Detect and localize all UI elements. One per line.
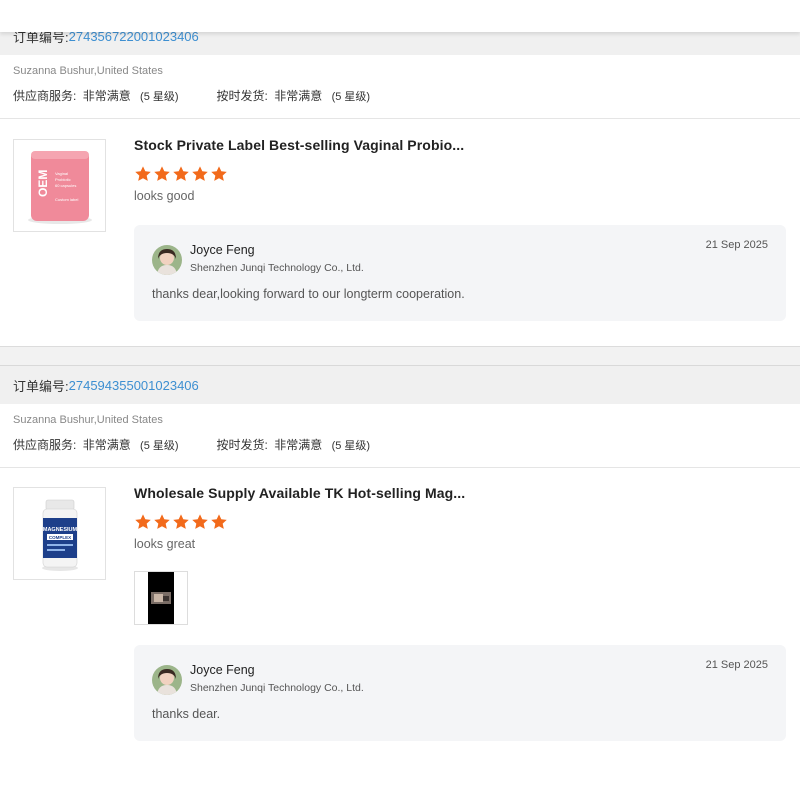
order-header: 订单编号: 274594355001023406 [0,365,800,404]
label-footer: Custom label [55,197,78,202]
seller-reply: Joyce Feng Shenzhen Junqi Technology Co.… [134,225,786,321]
divider [0,118,800,119]
supplier-ratings: 供应商服务: 非常满意 (5 星级) 按时发货: 非常满意 (5 星级) [13,436,787,453]
shipping-level: (5 星级) [331,440,371,452]
label-brand: MAGNESIUM [42,527,77,533]
product-title-link[interactable]: Stock Private Label Best-selling Vaginal… [134,137,786,157]
shipping-label: 按时发货: [216,89,268,103]
supplier-service-label: 供应商服务: [13,438,77,452]
shipping-level: (5 星级) [331,91,371,103]
label-sub: COMPLEX [48,535,70,540]
reply-company: Shenzhen Junqi Technology Co., Ltd. [190,262,364,274]
seller-reply: Joyce Feng Shenzhen Junqi Technology Co.… [134,645,786,741]
supplier-service-value: 非常满意 [82,438,131,452]
brand-text: OEM [36,169,50,196]
review-video-thumbnail[interactable] [134,571,188,625]
supplier-service-level: (5 星级) [140,91,179,103]
order-card-2: 订单编号: 274594355001023406 Suzanna Bushur,… [0,365,800,741]
supplier-service-label: 供应商服务: [13,89,77,103]
buyer-name: Suzanna Bushur,United States [13,414,163,426]
star-icon [154,514,170,529]
divider [0,467,800,468]
supplier-service-value: 非常满意 [82,89,131,103]
reply-author: Joyce Feng [190,663,255,677]
star-icon [211,514,227,529]
top-bar [0,0,800,32]
shipping-value: 非常满意 [274,89,323,103]
product-thumbnail[interactable]: OEM Vaginal Probiotic 60 capsules Custom… [13,139,106,232]
star-icon [173,166,189,181]
shipping-value: 非常满意 [274,438,323,452]
star-icon [173,514,189,529]
label-line-3: 60 capsules [55,183,76,188]
star-icon [135,514,151,529]
rating-stars [134,165,786,185]
reply-date: 21 Sep 2025 [705,659,768,671]
star-icon [135,166,151,181]
reply-date: 21 Sep 2025 [705,239,768,251]
rating-stars [134,513,786,533]
reply-author: Joyce Feng [190,243,255,257]
label-line-2: Probiotic [55,177,71,182]
review-text: looks good [134,189,195,203]
star-icon [154,166,170,181]
avatar [152,665,182,695]
supplier-ratings: 供应商服务: 非常满意 (5 星级) 按时发货: 非常满意 (5 星级) [13,87,787,104]
reply-text: thanks dear,looking forward to our longt… [152,287,465,301]
buyer-name: Suzanna Bushur,United States [13,65,163,77]
order-number-label: 订单编号: [13,378,69,394]
reply-company: Shenzhen Junqi Technology Co., Ltd. [190,682,364,694]
supplier-service-level: (5 星级) [140,440,179,452]
product-title-link[interactable]: Wholesale Supply Available TK Hot-sellin… [134,485,786,505]
product-thumbnail[interactable]: MAGNESIUM COMPLEX [13,487,106,580]
avatar [152,245,182,275]
star-icon [211,166,227,181]
star-icon [192,514,208,529]
shipping-label: 按时发货: [216,438,268,452]
order-separator [0,346,800,366]
order-number-link[interactable]: 274594355001023406 [69,378,199,393]
review-text: looks great [134,537,196,551]
star-icon [192,166,208,181]
label-line-1: Vaginal [55,171,68,176]
reply-text: thanks dear. [152,707,221,721]
